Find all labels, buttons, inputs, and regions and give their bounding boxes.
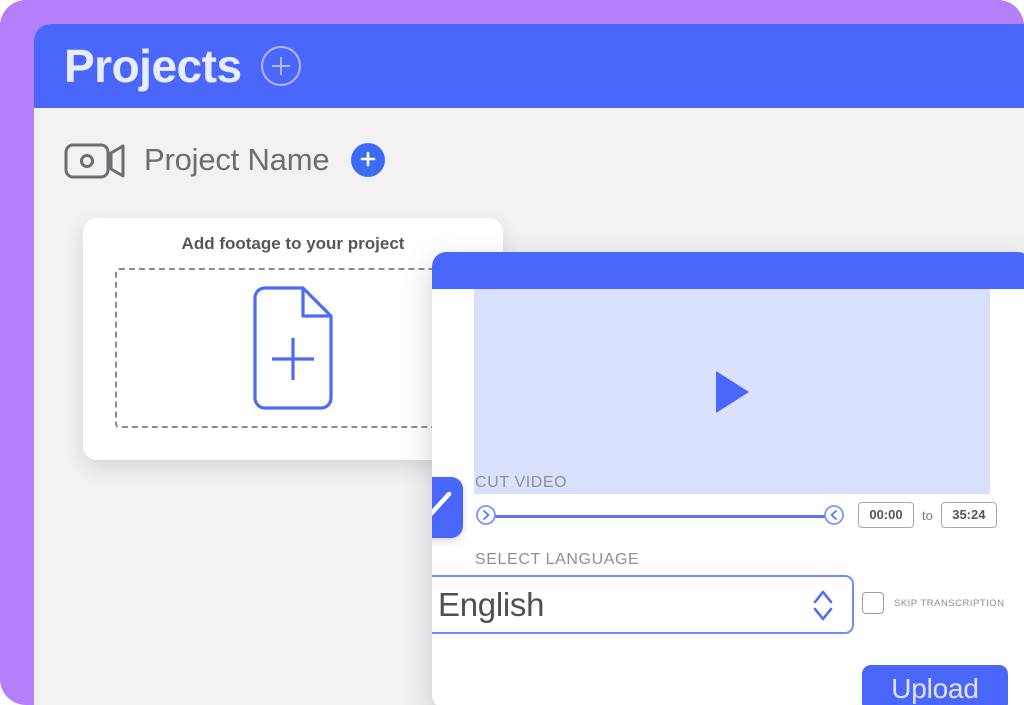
footage-dropzone[interactable]: [115, 268, 471, 428]
slider-track[interactable]: [485, 515, 835, 518]
page-title: Projects: [64, 40, 242, 92]
project-name-label: Project Name: [144, 142, 330, 177]
video-preview[interactable]: [474, 289, 990, 494]
video-camera-icon: [64, 139, 126, 181]
chevron-up-down-icon[interactable]: [810, 584, 836, 626]
screenshot-root: Projects Project Name Add footage to you…: [0, 0, 1024, 705]
play-icon[interactable]: [712, 369, 752, 415]
add-footage-title: Add footage to your project: [181, 234, 405, 253]
language-select[interactable]: English: [432, 575, 854, 634]
project-row: Project Name: [64, 132, 386, 188]
cut-video-label: CUT VIDEO: [475, 474, 568, 491]
plus-circle-outline-icon[interactable]: [260, 45, 302, 87]
time-range-separator: to: [922, 507, 933, 523]
skip-transcription-row[interactable]: SKIP TRANSCRIPTION: [862, 592, 1005, 614]
end-time-input[interactable]: 35:24: [940, 502, 997, 528]
app-header: Projects: [34, 24, 1024, 108]
app-window: Projects Project Name Add footage to you…: [34, 24, 1024, 705]
checkmark-icon: [432, 491, 452, 524]
select-language-label: SELECT LANGUAGE: [475, 551, 640, 568]
start-time-input[interactable]: 00:00: [858, 502, 914, 528]
cut-video-range-slider[interactable]: [475, 504, 845, 530]
document-add-icon: [247, 286, 339, 410]
upload-button[interactable]: Upload: [862, 665, 1008, 705]
checkbox-empty-icon[interactable]: [862, 592, 884, 614]
upload-modal: CUT VIDEO 00:00 to 35:24 SELECT LANGUAGE…: [432, 252, 1024, 705]
chevron-right-circle-icon[interactable]: [475, 504, 497, 526]
chevron-left-circle-icon[interactable]: [823, 504, 845, 526]
plus-icon: [358, 149, 378, 172]
skip-transcription-label: SKIP TRANSCRIPTION: [894, 597, 1005, 609]
language-select-value: English: [438, 585, 545, 623]
add-project-button[interactable]: [351, 143, 386, 177]
cut-video-time-range: 00:00 to 35:24: [858, 502, 997, 528]
modal-titlebar: [432, 252, 1024, 289]
cut-video-enabled-checkbox[interactable]: [432, 477, 463, 538]
